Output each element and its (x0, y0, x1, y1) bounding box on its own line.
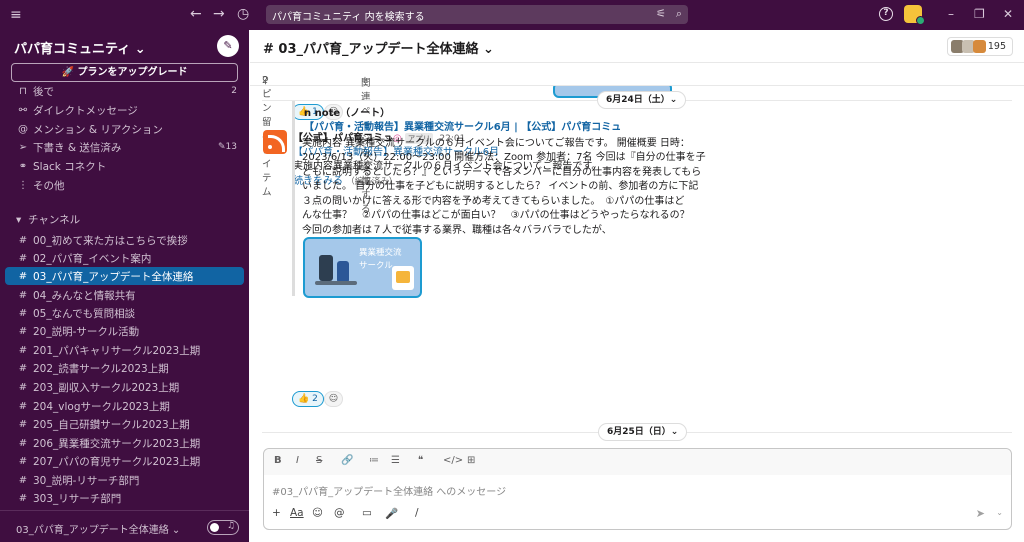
audio-clip-button[interactable]: 🎤 (385, 507, 398, 520)
search-placeholder: パパ育コミュニティ 内を検索する (272, 12, 425, 23)
unfurl-line: どもに説明するとしたら？』というテーマで各メンバーに自分の仕事内容を発表してもら (302, 167, 702, 178)
hamburger-menu-icon[interactable]: ≡ (10, 7, 22, 23)
message-composer: B I S 🔗 ≔ ☰ ❝ </> ⊞ #03_パパ育_アップデート全体連絡 へ… (263, 448, 1012, 530)
sidebar-channel[interactable]: #303_リサーチ部門 (0, 489, 249, 507)
close-icon[interactable]: ✕ (1003, 7, 1013, 21)
sidebar-channel[interactable]: #205_自己研鑽サークル2023上期 (0, 415, 249, 433)
thumbnail-figure (319, 255, 333, 281)
sidebar-item-mentions[interactable]: @ メンション & リアクション (0, 120, 249, 138)
unfurl-title[interactable]: 【パパ育・活動報告】異業種交流サークル6月 | 【公式】パパ育コミュ (304, 118, 621, 133)
bullet-list-button[interactable]: ☰ (391, 455, 400, 466)
sidebar-item-later[interactable]: ⊓ 後で 2 (0, 84, 249, 98)
connect-icon: ⚭ (18, 160, 28, 172)
date-divider[interactable]: 6月25日（日）⌄ (598, 423, 688, 441)
sidebar: パパ育コミュニティ ⌄ ✎ 🚀 プランをアップグレード ⊓ 後で 2 ⚯ ダイレクトメ… (0, 30, 249, 542)
link-button[interactable]: 🔗 (341, 455, 353, 466)
attach-plus-button[interactable]: + (272, 507, 281, 519)
unfurl-line: んな仕事？ ②パパの仕事はどこが面白い？ ③パパの仕事はどうやったらなれるの？ (302, 210, 690, 221)
top-bar: ≡ ← → ◷ パパ育コミュニティ 内を検索する ⚟ ⌕ ? – ❐ ✕ (0, 0, 1024, 30)
add-reaction-icon[interactable]: ☺ (324, 391, 343, 407)
sidebar-channel[interactable]: #04_みんなと情報共有 (0, 286, 249, 304)
italic-button[interactable]: I (296, 455, 299, 466)
upgrade-button[interactable]: 🚀 プランをアップグレード (11, 63, 238, 82)
sidebar-channel[interactable]: #05_なんでも質問相談 (0, 304, 249, 322)
bookmarks-bar: ⚲ 2ピン留めアイテム + 関連ページを追加する (250, 63, 1024, 215)
minimize-icon[interactable]: – (948, 7, 954, 21)
unfurl-line: いました。 自分の仕事を子どもに説明するとしたら？ イベントの前、参加者の方に下… (302, 181, 699, 192)
search-input[interactable]: パパ育コミュニティ 内を検索する ⚟ ⌕ (266, 5, 688, 24)
unfurl-line: ３点の問いかけに答える形で内容を予め考えてきてもらいました。 ①パパの仕事はど (302, 196, 685, 207)
workspace-name[interactable]: パパ育コミュニティ ⌄ (14, 38, 146, 57)
member-list-button[interactable]: 195 (947, 37, 1013, 56)
video-clip-button[interactable]: ▭ (362, 507, 372, 519)
sidebar-channel[interactable]: #02_パパ育_イベント案内 (0, 249, 249, 267)
headphones-icon: ♫ (226, 521, 235, 531)
send-icon: ➢ (18, 141, 28, 153)
format-toggle-button[interactable]: Aa (290, 507, 304, 519)
thumbnail-logo (392, 266, 414, 290)
sidebar-channel[interactable]: #203_副収入サークル2023上期 (0, 378, 249, 396)
shortcut-button[interactable]: / (415, 507, 419, 519)
huddle-channel-label[interactable]: 03_パパ育_アップデート全体連絡 ⌄ (16, 521, 180, 536)
bold-button[interactable]: B (274, 455, 282, 466)
unfurl-bar (292, 101, 295, 296)
sidebar-channel[interactable]: #20_説明-サークル活動 (0, 322, 249, 340)
caret-down-icon: ▾ (16, 214, 22, 226)
unfurl-line: 今回の参加者は７人で従事する業界、職種は各々バラバラでしたが、 (302, 225, 612, 236)
date-divider[interactable]: 6月24日（土）⌄ (597, 91, 687, 109)
sidebar-channel[interactable]: #30_説明-リサーチ部門 (0, 471, 249, 489)
member-avatar (973, 40, 986, 53)
at-icon: @ (18, 123, 28, 135)
sidebar-channel[interactable]: #206_異業種交流サークル2023上期 (0, 434, 249, 452)
sidebar-item-slack-connect[interactable]: ⚭ Slack コネクト (0, 157, 249, 175)
bookmark-icon: ⊓ (19, 85, 27, 97)
reaction-thumbs-up[interactable]: 👍 2 (292, 391, 324, 407)
sidebar-channel[interactable]: #202_読書サークル2023上期 (0, 359, 249, 377)
send-icon[interactable]: ➤ (976, 507, 985, 520)
sidebar-item-dm[interactable]: ⚯ ダイレクトメッセージ (0, 101, 249, 119)
huddle-toggle[interactable]: ♫ (207, 520, 239, 535)
search-icon[interactable]: ⌕ (676, 7, 682, 21)
more-icon: ⋮ (18, 179, 28, 191)
sidebar-channel[interactable]: #204_vlogサークル2023上期 (0, 397, 249, 415)
member-count: 195 (987, 41, 1006, 52)
code-button[interactable]: </> (443, 455, 463, 466)
user-avatar[interactable] (904, 5, 925, 25)
ordered-list-button[interactable]: ≔ (369, 455, 379, 466)
huddle-bar: 03_パパ育_アップデート全体連絡 ⌄ ♫ (0, 510, 249, 542)
history-icon[interactable]: ◷ (237, 6, 249, 22)
channel-header: # 03_パパ育_アップデート全体連絡 ⌄ 195 (250, 30, 1024, 63)
mention-button[interactable]: @ (334, 507, 345, 519)
back-arrow-icon[interactable]: ← (190, 6, 202, 22)
format-toolbar: B I S 🔗 ≔ ☰ ❝ </> ⊞ (264, 449, 1011, 475)
code-block-button[interactable]: ⊞ (467, 455, 475, 466)
search-filter-icon[interactable]: ⚟ (656, 7, 666, 20)
unfurl-line: 実施内容 異業種交流サークルの６月イベント会についてご報告です。 開催概要 日時… (302, 138, 690, 149)
sidebar-item-drafts[interactable]: ➢ 下書き & 送信済み ✎13 (0, 138, 249, 156)
help-icon[interactable]: ? (879, 7, 893, 21)
emoji-button[interactable]: ☺ (312, 507, 323, 519)
rss-app-avatar[interactable] (263, 130, 287, 154)
sidebar-channel[interactable]: #00_初めて来た方はこちらで挨拶 (0, 231, 249, 249)
unfurl-thumbnail[interactable]: 異業種交流 サークル (303, 237, 422, 298)
sidebar-item-more[interactable]: ⋮ その他 (0, 176, 249, 194)
thumbnail-figure (337, 261, 349, 283)
sidebar-channel[interactable]: #201_パパキャリサークル2023上期 (0, 341, 249, 359)
channels-section-header[interactable]: ▾ チャンネル (16, 212, 80, 227)
dm-icon: ⚯ (18, 104, 28, 116)
sidebar-channel[interactable]: #207_パパの育児サークル2023上期 (0, 452, 249, 470)
thumbnail-desk (315, 281, 357, 285)
unfurl-source: n note（ノート） (304, 108, 391, 119)
maximize-icon[interactable]: ❐ (974, 7, 985, 21)
message-input[interactable]: #03_パパ育_アップデート全体連絡 へのメッセージ (272, 483, 506, 498)
sidebar-channel-active[interactable]: #03_パパ育_アップデート全体連絡 (5, 267, 244, 285)
forward-arrow-icon[interactable]: → (213, 6, 225, 22)
send-options-chevron-icon[interactable]: ⌄ (996, 508, 1003, 517)
quote-button[interactable]: ❝ (418, 455, 423, 466)
channel-title[interactable]: # 03_パパ育_アップデート全体連絡 ⌄ (263, 38, 494, 57)
strike-button[interactable]: S (316, 455, 322, 466)
compose-icon[interactable]: ✎ (217, 35, 239, 57)
unfurl-line: 2023/6/13（火）22:00〜23:00 開催方法：Zoom 参加者：7名… (302, 152, 706, 163)
